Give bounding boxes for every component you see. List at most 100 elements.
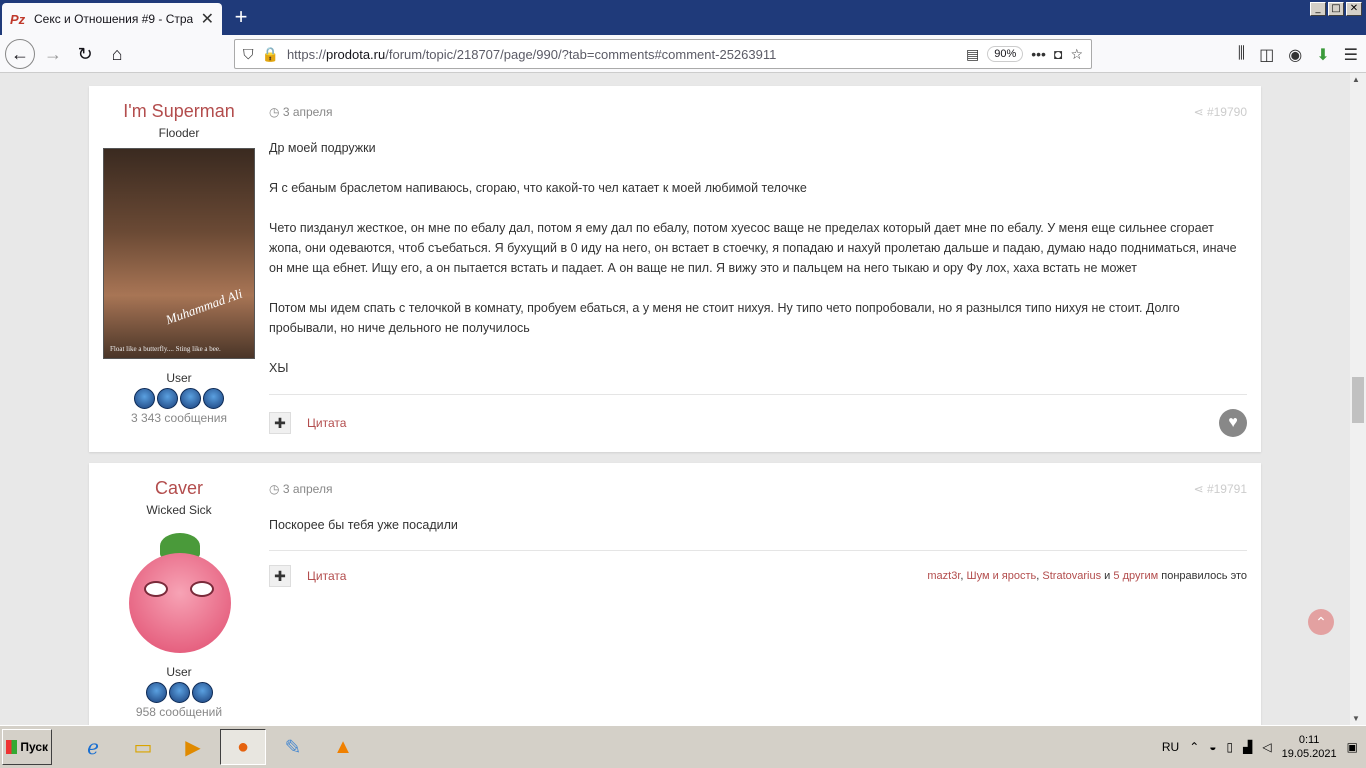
share-icon[interactable]: ⋖ [1194,482,1207,496]
media-player-icon[interactable]: ▶ [170,729,216,765]
volume-icon[interactable]: ◁ [1262,740,1271,754]
pocket-icon[interactable]: ◘ [1054,46,1062,62]
multiquote-button[interactable]: ✚ [269,412,291,434]
likes-others-link[interactable]: 5 другим [1113,570,1158,582]
post-body: Поскорее бы тебя уже посадили [269,515,1247,535]
post-number[interactable]: #19790 [1207,105,1247,119]
navigation-bar: ← → ↻ ⌂ ⛉ 🔒 https://prodota.ru/forum/top… [0,35,1366,73]
start-button[interactable]: Пуск [2,729,52,765]
url-text[interactable]: https://prodota.ru/forum/topic/218707/pa… [287,47,958,62]
rank-badge-icon [134,388,155,409]
maximize-button[interactable]: □ [1328,2,1344,16]
zoom-level[interactable]: 90% [987,46,1024,62]
close-tab-icon[interactable]: ✕ [201,9,214,29]
library-icon[interactable]: ⫼ [1238,45,1245,65]
taskbar: Пуск ℯ ▭ ▶ ● ✎ ▲ RU ⌃ ◒ ▯ ▟ ◁ 0:11 19.05… [0,725,1366,768]
file-explorer-icon[interactable]: ▭ [120,729,166,765]
post-number[interactable]: #19791 [1207,482,1247,496]
lock-icon[interactable]: 🔒 [262,46,279,63]
post-share[interactable]: ⋖ #19790 [1194,105,1247,119]
account-icon[interactable]: ◉ [1288,45,1302,65]
forum-post: Caver Wicked Sick User 958 сообщений 3 а… [89,463,1261,725]
post-actions: ✚ Цитата ♥ [269,394,1247,437]
reload-button[interactable]: ↻ [70,39,100,69]
author-title: Flooder [158,126,200,140]
window-controls: _ □ ✕ [1310,2,1362,16]
author-name[interactable]: Caver [89,478,269,499]
tab-title: Секс и Отношения #9 - Страниц [34,12,193,26]
quote-link[interactable]: Цитата [307,416,346,430]
page-actions-icon[interactable]: ••• [1031,46,1046,62]
notification-icon[interactable]: ▣ [1347,740,1358,754]
clock-time: 0:11 [1298,734,1320,746]
rank-badge-icon [180,388,201,409]
toolbar-right: ⫼ ◫ ◉ ⬇ ☰ [1238,45,1358,65]
show-hidden-icons-icon[interactable]: ⌃ [1189,740,1199,754]
author-role: User [166,665,192,679]
scroll-to-top-button[interactable]: ⌃ [1308,609,1334,635]
post-meta: 3 апреля ⋖ #19790 [269,105,1247,119]
firefox-icon[interactable]: ● [220,729,266,765]
page-scrollbar[interactable]: ▲ ▼ [1350,73,1366,725]
likes-summary: mazt3r, Шум и ярость, Stratovarius и 5 д… [927,570,1247,582]
post-author-panel: I'm Superman Flooder Muhammad Ali Float … [89,86,269,425]
post-count: 958 сообщений [135,705,223,719]
url-bar[interactable]: ⛉ 🔒 https://prodota.ru/forum/topic/21870… [234,39,1092,69]
like-heart-icon[interactable]: ♥ [1219,409,1247,437]
like-user-link[interactable]: Шум и ярость [967,570,1037,582]
back-button[interactable]: ← [5,39,35,69]
avatar[interactable]: Muhammad Ali Float like a butterfly.... … [103,148,255,359]
page-content: I'm Superman Flooder Muhammad Ali Float … [0,73,1350,725]
scroll-up-icon[interactable]: ▲ [1352,75,1360,84]
battery-icon[interactable]: ▯ [1227,740,1234,754]
post-meta: 3 апреля ⋖ #19791 [269,482,1247,496]
post-content: 3 апреля ⋖ #19790 Др моей подружки Я с е… [269,86,1247,437]
close-window-button[interactable]: ✕ [1346,2,1362,16]
sidebar-icon[interactable]: ◫ [1259,45,1274,65]
new-tab-button[interactable]: + [230,4,252,30]
start-label: Пуск [20,740,48,754]
share-icon[interactable]: ⋖ [1194,105,1207,119]
vlc-icon[interactable]: ▲ [320,729,366,765]
minimize-button[interactable]: _ [1310,2,1326,16]
post-paragraph: Потом мы идем спать с телочкой в комнату… [269,301,1180,335]
browser-tab[interactable]: Pz Секс и Отношения #9 - Страниц ✕ [2,3,222,35]
scroll-down-icon[interactable]: ▼ [1352,714,1360,723]
extension-icon[interactable]: ⬇ [1316,45,1329,65]
like-user-link[interactable]: Stratovarius [1042,570,1101,582]
network-icon[interactable]: ◒ [1209,740,1216,754]
rank-badge-icon [191,682,213,703]
quote-link[interactable]: Цитата [307,569,346,583]
signal-icon[interactable]: ▟ [1243,740,1252,754]
shield-icon[interactable]: ⛉ [243,46,254,63]
avatar[interactable] [124,533,234,653]
system-tray: RU ⌃ ◒ ▯ ▟ ◁ 0:11 19.05.2021 ▣ [1162,733,1366,761]
post-paragraph: ХЫ [269,361,289,375]
menu-icon[interactable]: ☰ [1344,45,1358,65]
author-name[interactable]: I'm Superman [89,101,269,122]
paint-icon[interactable]: ✎ [270,729,316,765]
tab-strip: Pz Секс и Отношения #9 - Страниц ✕ + _ □… [0,0,1366,35]
rank-badge-icon [203,388,224,409]
internet-explorer-icon[interactable]: ℯ [70,729,116,765]
post-share[interactable]: ⋖ #19791 [1194,482,1247,496]
post-date[interactable]: 3 апреля [269,482,333,496]
multiquote-button[interactable]: ✚ [269,565,291,587]
bookmark-star-icon[interactable]: ☆ [1070,46,1083,63]
author-role: User [166,371,192,385]
reader-view-icon[interactable]: ▤ [966,46,979,63]
clock[interactable]: 0:11 19.05.2021 [1282,733,1337,761]
post-date[interactable]: 3 апреля [269,105,333,119]
post-actions: ✚ Цитата mazt3r, Шум и ярость, Stratovar… [269,550,1247,587]
scrollbar-thumb[interactable] [1352,377,1364,423]
avatar-signature: Muhammad Ali [163,285,245,328]
language-indicator[interactable]: RU [1162,740,1179,754]
eye-icon [190,581,214,597]
like-user-link[interactable]: mazt3r [927,570,960,582]
post-paragraph: Др моей подружки [269,141,376,155]
forward-button[interactable]: → [38,39,68,69]
eye-icon [144,581,168,597]
home-button[interactable]: ⌂ [102,39,132,69]
rank-badge-icon [145,682,167,703]
rank-badges [89,682,269,703]
